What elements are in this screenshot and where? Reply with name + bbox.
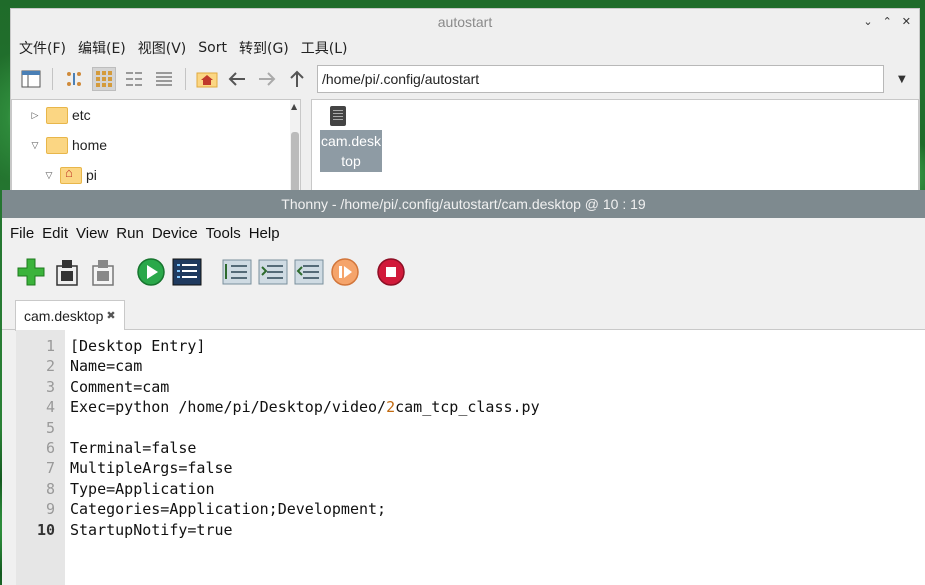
code-line: Name=cam	[70, 357, 143, 376]
collapse-arrow-icon[interactable]: ▽	[42, 170, 56, 181]
tree-item-label: etc	[72, 107, 91, 123]
close-icon[interactable]: ✕	[902, 9, 911, 35]
minimize-icon[interactable]: ⌄	[863, 9, 872, 35]
menu-tools[interactable]: Tools	[206, 225, 241, 242]
close-tab-icon[interactable]: ✖	[106, 301, 115, 331]
line-number: 8	[45, 479, 55, 498]
code-line: Categories=Application;Development;	[70, 500, 387, 519]
file-manager-titlebar: autostart ⌄ ⌃ ✕	[11, 9, 919, 35]
code-line: Exec=python /home/pi/Desktop/video/2cam_…	[70, 398, 540, 417]
thumbnail-view-icon[interactable]	[92, 67, 116, 91]
line-number-gutter: 1 2 3 4 5 6 7 8 9 10	[16, 330, 65, 585]
tab-cam-desktop[interactable]: cam.desktop ✖	[15, 300, 125, 331]
code-line: Type=Application	[70, 479, 215, 498]
file-manager-toolbar: /home/pi/.config/autostart ▼	[11, 61, 919, 97]
back-arrow-icon[interactable]	[225, 67, 249, 91]
file-item-label: cam.desktop	[320, 130, 382, 172]
menu-view[interactable]: View	[76, 225, 108, 242]
menu-file[interactable]: 文件(F)	[19, 38, 66, 58]
save-file-icon[interactable]	[88, 257, 118, 287]
folder-icon	[46, 136, 68, 154]
line-number: 1	[45, 337, 55, 355]
tree-item-home[interactable]: ▽ home	[12, 130, 300, 160]
stop-icon[interactable]	[376, 257, 406, 287]
scroll-up-icon[interactable]: ▲	[291, 102, 297, 111]
compact-view-icon[interactable]	[122, 67, 146, 91]
thonny-window: Thonny - /home/pi/.config/autostart/cam.…	[2, 190, 925, 585]
menu-edit[interactable]: Edit	[42, 225, 68, 242]
line-number: 3	[45, 377, 55, 396]
thonny-toolbar	[2, 248, 925, 296]
tree-item-label: pi	[86, 167, 97, 183]
collapse-arrow-icon[interactable]: ▽	[28, 140, 42, 151]
line-number: 7	[45, 459, 55, 478]
code-line: MultipleArgs=false	[70, 459, 233, 478]
menu-run[interactable]: Run	[116, 225, 144, 242]
maximize-icon[interactable]: ⌃	[883, 9, 892, 35]
menu-go[interactable]: 转到(G)	[239, 38, 289, 58]
menu-edit[interactable]: 编辑(E)	[78, 38, 126, 58]
code-line: Comment=cam	[70, 377, 170, 396]
address-bar[interactable]: /home/pi/.config/autostart	[317, 65, 884, 93]
file-manager-menubar: 文件(F) 编辑(E) 视图(V) Sort 转到(G) 工具(L)	[11, 35, 919, 61]
run-icon[interactable]	[136, 257, 166, 287]
file-manager-window: autostart ⌄ ⌃ ✕ 文件(F) 编辑(E) 视图(V) Sort 转…	[10, 8, 920, 208]
tab-label: cam.desktop	[24, 308, 104, 324]
menu-tools[interactable]: 工具(L)	[301, 38, 348, 58]
resume-icon[interactable]	[330, 257, 360, 287]
file-manager-title: autostart	[437, 14, 493, 30]
line-number: 9	[45, 500, 55, 519]
folder-icon	[46, 106, 68, 124]
code-line: [Desktop Entry]	[70, 337, 206, 355]
tree-item-label: home	[72, 137, 108, 153]
menu-help[interactable]: Help	[249, 225, 280, 242]
line-number: 10	[36, 520, 55, 539]
menu-file[interactable]: File	[10, 225, 34, 242]
thonny-menubar: File Edit View Run Device Tools Help	[2, 218, 925, 248]
home-folder-icon[interactable]	[195, 67, 219, 91]
code-line: StartupNotify=true	[70, 520, 233, 539]
line-number: 4	[45, 398, 55, 417]
code-editor[interactable]: 1 2 3 4 5 6 7 8 9 10 [Desktop Entry] Name=cam Comme…	[16, 330, 925, 585]
step-into-icon[interactable]	[258, 257, 288, 287]
forward-arrow-icon[interactable]	[255, 67, 279, 91]
icon-view-icon[interactable]	[62, 67, 86, 91]
line-number: 6	[45, 438, 55, 457]
text-file-icon	[330, 106, 346, 126]
menu-view[interactable]: 视图(V)	[138, 38, 187, 58]
home-folder-icon	[60, 165, 82, 184]
menu-device[interactable]: Device	[152, 225, 198, 242]
line-number: 5	[45, 418, 55, 437]
expand-arrow-icon[interactable]: ▷	[28, 110, 42, 121]
detailed-list-view-icon[interactable]	[152, 67, 176, 91]
menu-sort[interactable]: Sort	[198, 40, 227, 56]
address-dropdown-icon[interactable]: ▼	[898, 74, 906, 85]
code-area[interactable]: [Desktop Entry] Name=cam Comment=cam Exec=p…	[65, 330, 540, 585]
line-number: 2	[45, 357, 55, 376]
new-file-icon[interactable]	[16, 257, 46, 287]
up-arrow-icon[interactable]	[285, 67, 309, 91]
sidebar-toggle-icon[interactable]	[19, 67, 43, 91]
debug-icon[interactable]	[172, 257, 202, 287]
step-out-icon[interactable]	[294, 257, 324, 287]
code-line: Terminal=false	[70, 438, 197, 457]
editor-tabs: cam.desktop ✖	[2, 296, 925, 331]
thonny-titlebar: Thonny - /home/pi/.config/autostart/cam.…	[2, 190, 925, 218]
open-file-icon[interactable]	[52, 257, 82, 287]
window-controls: ⌄ ⌃ ✕	[863, 9, 911, 35]
tree-item-etc[interactable]: ▷ etc	[12, 100, 300, 130]
step-over-icon[interactable]	[222, 257, 252, 287]
tree-item-pi[interactable]: ▽ pi	[12, 160, 300, 190]
